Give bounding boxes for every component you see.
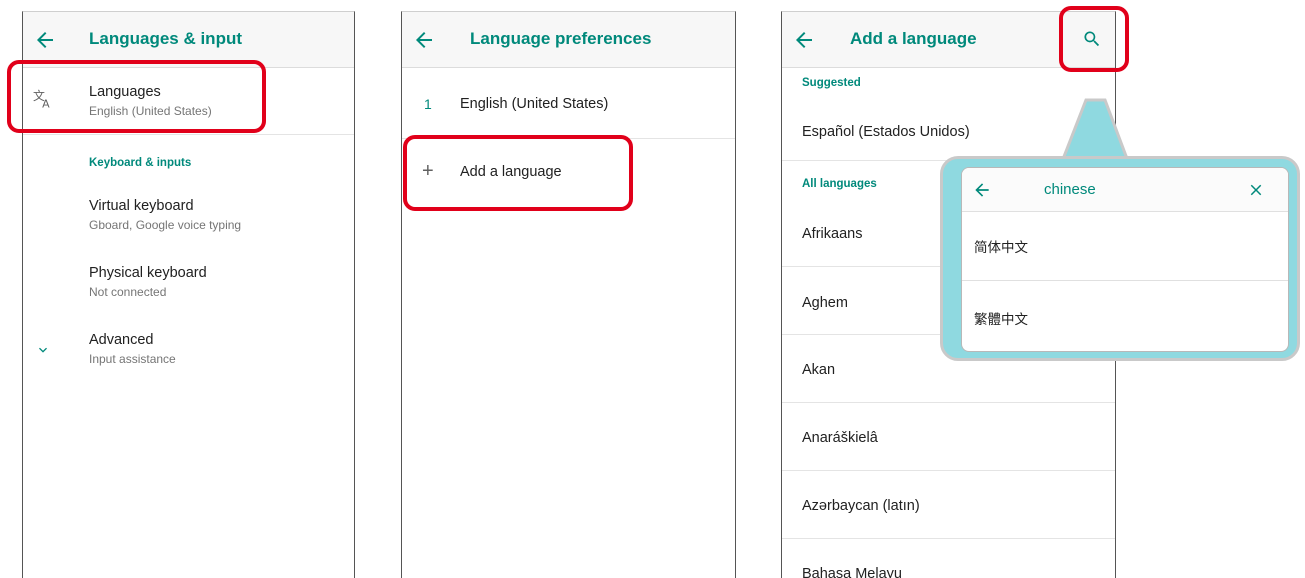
language-preferences-screen: Language preferences 1 English (United S… — [401, 11, 736, 578]
virtual-keyboard-subtitle: Gboard, Google voice typing — [89, 218, 242, 232]
advanced-subtitle: Input assistance — [89, 352, 176, 366]
divider — [23, 134, 354, 135]
physical-keyboard-subtitle: Not connected — [89, 285, 167, 299]
page-title: Language preferences — [470, 29, 652, 48]
language-item[interactable]: Akan — [802, 362, 835, 378]
virtual-keyboard-title: Virtual keyboard — [89, 198, 194, 214]
highlight-languages — [7, 60, 266, 133]
section-header-all: All languages — [802, 178, 877, 190]
section-header-keyboard: Keyboard & inputs — [89, 157, 192, 169]
search-bar: chinese — [962, 168, 1288, 212]
language-index: 1 — [424, 96, 432, 112]
divider — [782, 538, 1115, 539]
page-title: Add a language — [850, 29, 977, 48]
language-item[interactable]: Afrikaans — [802, 226, 862, 242]
page-title: Languages & input — [89, 29, 242, 48]
language-item[interactable]: Anaráškielâ — [802, 430, 878, 446]
language-item[interactable]: Aghem — [802, 295, 848, 311]
highlight-search — [1059, 6, 1129, 72]
search-panel: chinese 简体中文 繁體中文 — [961, 167, 1289, 352]
search-input[interactable]: chinese — [1044, 181, 1096, 198]
divider — [782, 470, 1115, 471]
language-item-suggested[interactable]: Español (Estados Unidos) — [802, 124, 970, 140]
divider — [782, 402, 1115, 403]
chevron-down-icon[interactable] — [35, 342, 51, 358]
back-arrow-icon[interactable] — [412, 28, 436, 52]
advanced-title: Advanced — [89, 332, 154, 348]
app-bar: Language preferences — [402, 12, 735, 68]
language-item[interactable]: Azərbaycan (latın) — [802, 498, 920, 514]
back-arrow-icon[interactable] — [972, 180, 992, 200]
section-header-suggested: Suggested — [802, 77, 861, 89]
language-label: English (United States) — [460, 96, 609, 112]
highlight-add-language — [403, 135, 633, 211]
close-icon[interactable] — [1247, 181, 1265, 199]
search-result-item[interactable]: 简体中文 — [974, 236, 1028, 256]
search-result-item[interactable]: 繁體中文 — [974, 308, 1028, 328]
back-arrow-icon[interactable] — [792, 28, 816, 52]
physical-keyboard-title: Physical keyboard — [89, 265, 207, 281]
search-callout: chinese 简体中文 繁體中文 — [940, 156, 1300, 361]
language-item[interactable]: Bahasa Melayu — [802, 566, 902, 578]
divider — [962, 280, 1288, 281]
back-arrow-icon[interactable] — [33, 28, 57, 52]
